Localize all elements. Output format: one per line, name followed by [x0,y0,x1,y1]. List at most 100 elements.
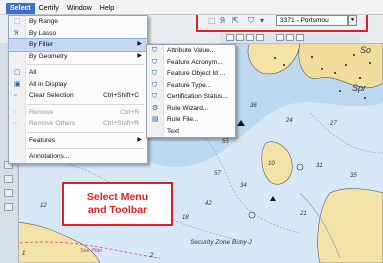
lasso-select-icon[interactable]: ᖆ [220,17,225,25]
filter-submenu: ⛉ Attribute Value... ⛉ Feature Acronym... ⛉ F… [146,44,236,138]
menu-item-by-range[interactable]: ⬚ By Range [9,16,147,28]
chart-feature-label: 2 [150,253,154,259]
depth-label: 27 [330,121,337,127]
menu-item-label: All in Display [29,80,67,88]
range-select-icon[interactable]: ⬚ [208,17,216,25]
rule-wizard-icon: ⚙ [152,104,159,112]
menu-item-label: Remove [29,108,54,116]
filter-icon: ⛉ [152,93,158,100]
submenu-arrow-icon: ▶ [137,52,142,59]
chart-feature-label: 1 [22,251,26,257]
panel-tool-icon[interactable] [4,203,13,211]
chart-feature-label: See Plan [80,248,103,254]
menu-separator [27,64,144,65]
menu-select[interactable]: Select [6,3,35,14]
panel-tool-icon[interactable] [4,189,13,197]
submenu-item-label: Text [167,127,180,135]
depth-label: 12 [40,203,47,209]
submenu-item-label: Attribute Value... [167,47,216,54]
submenu-item-feature-type[interactable]: ⛉ Feature Type... [147,80,235,92]
toolbar-tool-icon[interactable] [246,34,254,41]
lasso-select-icon: ᖆ [14,29,19,37]
filter-icon: ⛉ [152,58,158,66]
depth-label: 55 [222,139,229,145]
filter-icon[interactable]: ⛉ [248,17,254,25]
submenu-arrow-icon: ▶ [137,136,142,143]
rule-file-icon: ▤ [152,116,159,123]
filter-icon: ⛉ [152,47,158,54]
menu-item-by-filter[interactable]: By Filter ▶ [8,38,148,52]
menu-certify[interactable]: Certify [35,3,63,14]
chart-feature-label: Security Zone Buoy J [190,239,252,246]
chevron-down-icon[interactable]: ▼ [348,15,357,26]
menu-item-features[interactable]: Features ▶ [9,135,147,147]
submenu-item-label: Feature Type... [167,81,212,89]
menu-item-remove-others[interactable]: ▫ Remove Others Ctrl+Shift+R [9,118,147,130]
submenu-item-certification-status[interactable]: ⛉ Certification Status... [147,91,235,103]
depth-label: 31 [316,163,323,169]
depth-label: 57 [214,171,221,177]
menu-item-label: By Geometry [29,52,68,60]
menu-item-label: By Range [29,18,58,25]
toolbar-tool-icon[interactable] [276,34,284,41]
callout-line: Select Menu [86,191,149,203]
menu-item-label: By Lasso [29,29,57,37]
menu-item-label: By Filter [29,41,54,48]
menu-item-by-geometry[interactable]: By Geometry ▶ [9,51,147,63]
select-arrow-icon[interactable]: ⇱ [232,17,239,25]
select-all-icon: ▢ [14,69,21,76]
shortcut-label: Ctrl+Shift+R [103,120,139,127]
toolbar-tool-icon[interactable] [236,34,244,41]
menu-help[interactable]: Help [96,3,118,14]
submenu-item-label: Rule Wizard... [167,104,209,112]
menu-item-all[interactable]: ▢ All [9,67,147,79]
toolbar-tool-icon[interactable] [256,34,264,41]
select-display-icon: ▣ [14,80,21,88]
menu-window[interactable]: Window [63,3,96,14]
select-menu: ⬚ By Range ᖆ By Lasso By Filter ▶ By Geometry ▶… [8,15,148,164]
depth-label: 10 [268,161,275,167]
range-select-icon: ⬚ [14,18,21,25]
depth-label: 21 [300,211,307,217]
secondary-toolbar [220,33,360,44]
submenu-item-rule-file[interactable]: ▤ Rule File... [147,114,235,126]
submenu-item-label: Rule File... [167,116,199,123]
depth-label: 36 [250,103,257,109]
chart-select-dropdown[interactable]: 3371 - Portsmou [276,15,348,26]
submenu-item-attribute-value[interactable]: ⛉ Attribute Value... [147,45,235,57]
submenu-item-label: Feature Acronym... [167,58,223,66]
shortcut-label: Ctrl+R [120,108,139,116]
menu-item-label: All [29,69,37,76]
menu-item-by-lasso[interactable]: ᖆ By Lasso [9,28,147,40]
remove-others-icon: ▫ [14,120,17,127]
submenu-item-rule-wizard[interactable]: ⚙ Rule Wizard... [147,103,235,115]
submenu-item-label: Feature Object Id ... [167,70,226,77]
panel-tool-icon[interactable] [4,175,13,183]
toolbar-tool-icon[interactable] [226,34,234,41]
submenu-item-label: Certification Status... [167,93,228,100]
annotation-callout: Select Menu and Toolbar [62,182,173,226]
menu-item-all-in-display[interactable]: ▣ All in Display [9,79,147,91]
submenu-item-feature-acronym[interactable]: ⛉ Feature Acronym... [147,57,235,69]
menu-item-clear-selection[interactable]: ▫ Clear Selection Ctrl+Shift+C [9,90,147,102]
depth-label: 18 [182,215,189,221]
toolbar-tool-icon[interactable] [286,34,294,41]
depth-label: 35 [350,173,357,179]
menu-item-label: Annotations... [29,153,70,160]
chevron-down-icon[interactable]: ▾ [260,17,264,25]
shortcut-label: Ctrl+Shift+C [103,92,139,99]
menu-item-remove[interactable]: ▫ Remove Ctrl+R [9,107,147,119]
submenu-item-text[interactable]: Text [147,126,235,138]
menu-item-label: Features [29,136,56,144]
menu-item-label: Remove Others [29,120,76,127]
toolbar-tool-icon[interactable] [296,34,304,41]
menu-separator [27,103,144,105]
callout-line: and Toolbar [87,204,148,216]
chart-feature-label: So [360,45,372,55]
chart-feature-label: Spr [352,83,367,93]
clear-selection-icon: ▫ [14,92,17,99]
depth-label: 24 [286,118,293,124]
submenu-item-feature-object-id[interactable]: ⛉ Feature Object Id ... [147,68,235,80]
menu-bar: Select Certify Window Help [0,3,383,15]
menu-item-annotations[interactable]: Annotations... [9,151,147,163]
